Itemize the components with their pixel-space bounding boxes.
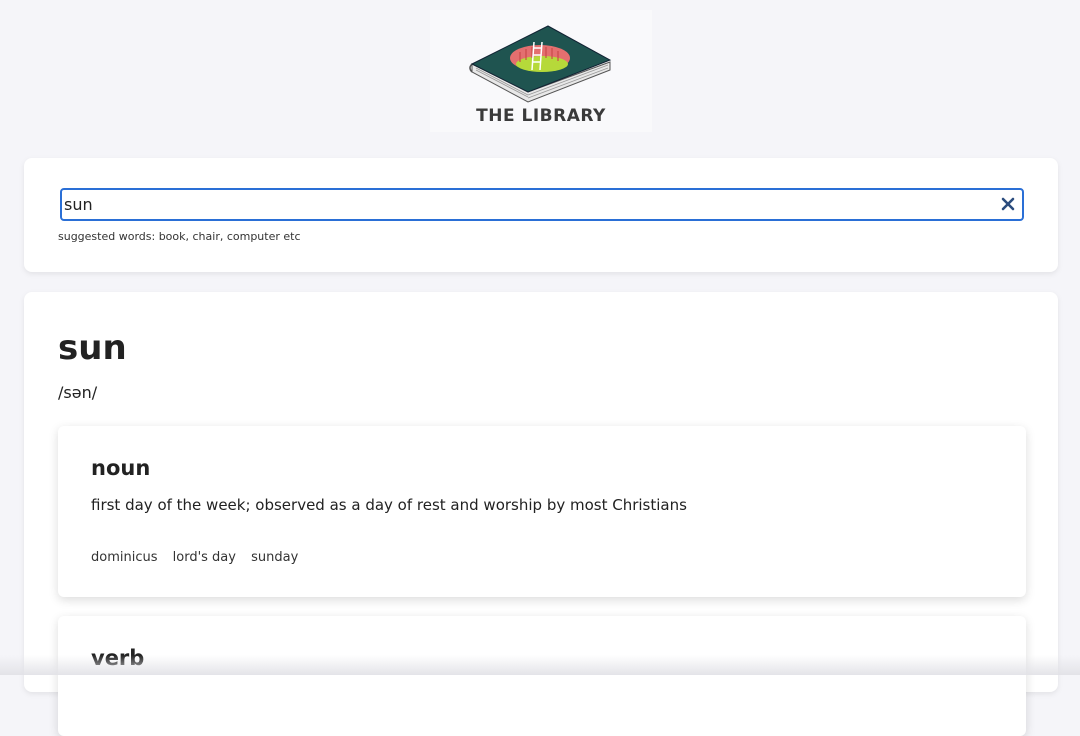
search-card: suggested words: book, chair, computer e… [24, 158, 1058, 272]
result-card: sun /sən/ noun first day of the week; ob… [24, 292, 1058, 736]
search-hint: suggested words: book, chair, computer e… [58, 230, 301, 243]
book-logo-icon [469, 25, 612, 103]
definition: first day of the week; observed as a day… [91, 496, 687, 514]
part-of-speech: noun [91, 456, 151, 480]
synonym[interactable]: dominicus [91, 550, 158, 565]
phonetic: /sən/ [58, 383, 98, 402]
word-title: sun [58, 328, 127, 368]
meaning-card: noun first day of the week; observed as … [58, 426, 1026, 597]
search-box[interactable] [60, 188, 1024, 221]
close-icon[interactable] [1000, 196, 1016, 212]
header: THE LIBRARY [0, 0, 1080, 150]
synonym[interactable]: lord's day [173, 550, 236, 565]
meaning-card: verb [58, 616, 1026, 736]
search-input[interactable] [62, 190, 992, 219]
synonym[interactable]: sunday [251, 550, 298, 565]
logo[interactable]: THE LIBRARY [430, 10, 652, 132]
app-title: THE LIBRARY [476, 106, 606, 126]
synonym-list: dominicus lord's day sunday [91, 550, 309, 565]
bottom-fade [0, 655, 1080, 675]
